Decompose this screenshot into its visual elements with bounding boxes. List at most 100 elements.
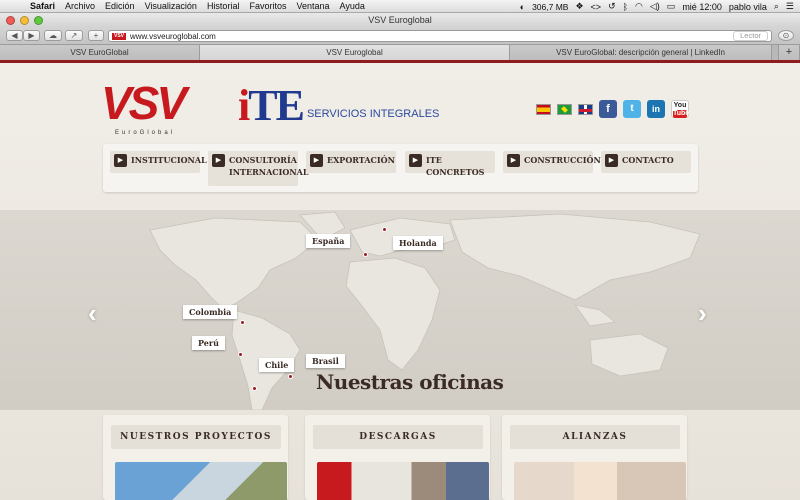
pin-holanda[interactable] xyxy=(382,227,387,232)
panel-descargas: DESCARGAS xyxy=(305,415,490,500)
pin-espana[interactable] xyxy=(363,252,368,257)
tab-label: VSV Euroglobal xyxy=(326,48,383,57)
minimize-window-button[interactable] xyxy=(20,16,29,25)
zoom-window-button[interactable] xyxy=(34,16,43,25)
uk-flag-icon[interactable] xyxy=(578,103,593,115)
youtube-icon[interactable]: You Tube xyxy=(671,100,689,118)
tab-label: VSV EuroGlobal xyxy=(70,48,129,57)
language-and-social-links: f t in You Tube xyxy=(536,100,689,118)
code-icon[interactable]: <> xyxy=(591,2,602,12)
activity-monitor-icon[interactable]: ◐ xyxy=(520,2,525,12)
australia-shape xyxy=(589,333,669,377)
nav-label: INSTITUCIONAL xyxy=(131,155,207,165)
menu-ventana[interactable]: Ventana xyxy=(296,1,329,11)
slider-next-arrow-icon[interactable]: › xyxy=(698,298,707,329)
nav-arrow-icon: ▶ xyxy=(507,154,520,167)
vsv-logo[interactable]: VSV EuroGlobal xyxy=(101,80,201,140)
site-favicon: VSV xyxy=(112,32,126,40)
battery-icon[interactable]: ▭ xyxy=(667,1,676,12)
dropbox-icon[interactable]: ❖ xyxy=(575,1,583,12)
panel-title[interactable]: DESCARGAS xyxy=(313,425,483,449)
back-button[interactable]: ◀ xyxy=(6,30,23,41)
top-accent-line xyxy=(0,60,800,63)
window-title: VSV Euroglobal xyxy=(368,15,432,25)
nav-arrow-icon: ▶ xyxy=(212,154,225,167)
menu-visualizacion[interactable]: Visualización xyxy=(145,1,197,11)
tab-2[interactable]: VSV Euroglobal xyxy=(200,45,510,60)
projects-building-image[interactable] xyxy=(115,462,287,500)
pin-peru[interactable] xyxy=(238,352,243,357)
office-label-holanda[interactable]: Holanda xyxy=(393,236,443,250)
nav-institucional[interactable]: ▶ INSTITUCIONAL xyxy=(110,151,207,173)
vsv-logo-subtitle: EuroGlobal xyxy=(115,130,176,136)
menu-edicion[interactable]: Edición xyxy=(105,1,135,11)
panel-proyectos: NUESTROS PROYECTOS xyxy=(103,415,288,500)
menu-historial[interactable]: Historial xyxy=(207,1,240,11)
time-machine-icon[interactable]: ↺ xyxy=(608,1,616,12)
nav-exportacion[interactable]: ▶ EXPORTACIÓN xyxy=(306,151,396,173)
youtube-icon-bottom: Tube xyxy=(673,110,690,118)
facebook-icon[interactable]: f xyxy=(599,100,617,118)
nav-ite-concretos[interactable]: ▶ ITE CONCRETOS xyxy=(405,151,495,177)
nav-arrow-icon: ▶ xyxy=(409,154,422,167)
linkedin-icon[interactable]: in xyxy=(647,100,665,118)
ite-logo-i: i xyxy=(238,81,250,130)
office-label-chile[interactable]: Chile xyxy=(259,358,295,372)
downloads-icon[interactable]: ⊙ xyxy=(778,30,794,41)
office-label-colombia[interactable]: Colombia xyxy=(183,305,238,319)
downloads-brochure-image[interactable] xyxy=(317,462,489,500)
share-icon[interactable]: ↗ xyxy=(65,30,83,41)
tab-1[interactable]: VSV EuroGlobal xyxy=(0,45,200,60)
office-label-brasil[interactable]: Brasil xyxy=(306,354,345,368)
youtube-icon-top: You xyxy=(673,102,687,109)
nav-construccion[interactable]: ▶ CONSTRUCCIÓN xyxy=(503,151,601,173)
bluetooth-icon[interactable]: ᛒ xyxy=(623,2,628,12)
slider-prev-arrow-icon[interactable]: ‹ xyxy=(88,298,97,329)
ite-logo[interactable]: iTE SERVICIOS INTEGRALES xyxy=(238,82,440,128)
url-text[interactable]: www.vsveuroglobal.com xyxy=(130,32,733,41)
volume-icon[interactable]: ◁) xyxy=(650,1,660,12)
panel-title[interactable]: NUESTROS PROYECTOS xyxy=(111,425,281,449)
nav-label: CONTACTO xyxy=(622,155,674,165)
reader-button[interactable]: Lector xyxy=(733,31,768,41)
cloud-icon[interactable]: ☁ xyxy=(44,30,62,41)
web-page: VSV EuroGlobal iTE SERVICIOS INTEGRALES … xyxy=(0,60,800,500)
forward-button[interactable]: ▶ xyxy=(23,30,40,41)
pin-brasil[interactable] xyxy=(288,374,293,379)
tab-label: VSV EuroGlobal: descripción general | Li… xyxy=(556,48,725,57)
close-window-button[interactable] xyxy=(6,16,15,25)
tab-bar: VSV EuroGlobal VSV Euroglobal VSV EuroGl… xyxy=(0,44,800,60)
slider-title: Nuestras oficinas xyxy=(316,370,504,394)
pin-chile[interactable] xyxy=(252,386,257,391)
menu-app-name[interactable]: Safari xyxy=(30,1,55,11)
memory-status[interactable]: 306,7 MB xyxy=(532,2,568,12)
twitter-icon[interactable]: t xyxy=(623,100,641,118)
nav-contacto[interactable]: ▶ CONTACTO xyxy=(601,151,691,173)
ite-logo-subtitle: SERVICIOS INTEGRALES xyxy=(306,108,440,120)
alliances-people-image[interactable] xyxy=(514,462,686,500)
nav-arrow-icon: ▶ xyxy=(605,154,618,167)
add-bookmark-button[interactable]: + xyxy=(88,30,104,41)
address-bar[interactable]: VSV www.vsveuroglobal.com Lector xyxy=(108,30,772,42)
new-tab-button[interactable]: + xyxy=(778,45,800,60)
office-label-peru[interactable]: Perú xyxy=(192,336,225,350)
main-navigation: ▶ INSTITUCIONAL ▶ CONSULTORÍA INTERNACIO… xyxy=(103,144,698,192)
panel-title[interactable]: ALIANZAS xyxy=(510,425,680,449)
menu-archivo[interactable]: Archivo xyxy=(65,1,95,11)
spain-flag-icon[interactable] xyxy=(536,103,551,115)
nav-arrow-icon: ▶ xyxy=(310,154,323,167)
pin-colombia[interactable] xyxy=(240,320,245,325)
clock[interactable]: mié 12:00 xyxy=(682,2,722,12)
office-label-espana[interactable]: España xyxy=(306,234,351,248)
menu-favoritos[interactable]: Favoritos xyxy=(249,1,286,11)
brazil-flag-icon[interactable] xyxy=(557,103,572,115)
nav-consultoria-internacional[interactable]: ▶ CONSULTORÍA INTERNACIONAL xyxy=(208,151,309,186)
tab-3[interactable]: VSV EuroGlobal: descripción general | Li… xyxy=(510,45,772,60)
vsv-logo-text: VSV xyxy=(101,77,187,129)
menu-ayuda[interactable]: Ayuda xyxy=(340,1,365,11)
wifi-icon[interactable]: ◠ xyxy=(635,1,643,12)
user-name[interactable]: pablo vila xyxy=(729,2,767,12)
nav-label: CONSULTORÍA INTERNACIONAL xyxy=(229,155,309,177)
notification-icon[interactable]: ☰ xyxy=(786,1,794,12)
spotlight-icon[interactable]: ⌕ xyxy=(774,1,779,12)
